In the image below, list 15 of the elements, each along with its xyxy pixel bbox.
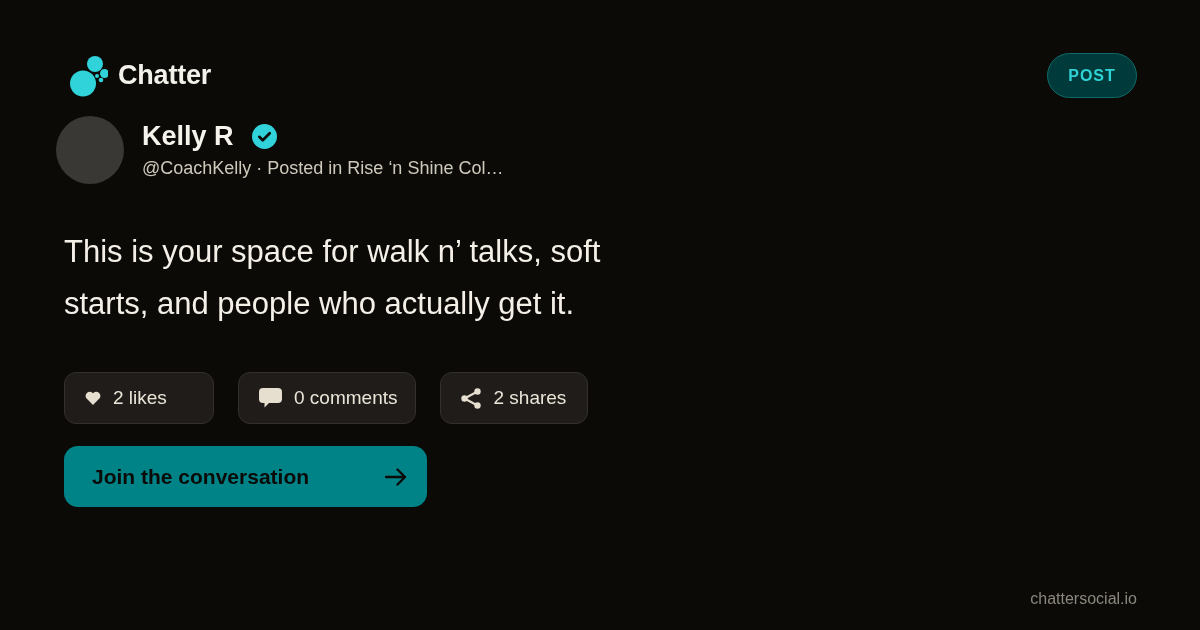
share-icon: [461, 387, 482, 409]
brand-name: Chatter: [118, 60, 212, 91]
author-subtitle: @CoachKelly · Posted in Rise ‘n Shine Col…: [142, 158, 504, 179]
comments-button[interactable]: 0 comments: [238, 372, 417, 424]
site-domain: chattersocial.io: [1030, 590, 1137, 608]
post-badge: POST: [1047, 53, 1137, 98]
shares-button[interactable]: 2 shares: [440, 372, 589, 424]
author-name: Kelly R: [142, 121, 234, 152]
join-conversation-button[interactable]: Join the conversation: [64, 446, 427, 507]
arrow-right-icon: [385, 467, 407, 486]
bubbles-logo-icon: [68, 54, 108, 97]
likes-button[interactable]: 2 likes: [64, 372, 214, 424]
heart-icon: [85, 391, 101, 405]
post-text: This is your space for walk n’ talks, soft starts, and people who actually get it.: [64, 233, 602, 323]
speech-bubble-icon: [259, 388, 282, 408]
